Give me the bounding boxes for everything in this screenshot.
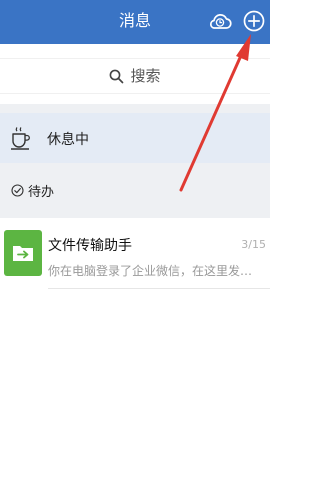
coffee-cup-icon: [10, 125, 32, 155]
file-transfer-icon: [13, 246, 33, 261]
plus-circle-icon: [243, 10, 265, 32]
search-section: 搜索: [0, 44, 270, 104]
chat-preview: 你在电脑登录了企业微信，在这里发送文...: [48, 264, 262, 278]
add-button[interactable]: [241, 8, 267, 34]
todo-row[interactable]: 待办: [0, 170, 270, 208]
chat-list-item[interactable]: 文件传输助手 你在电脑登录了企业微信，在这里发送文... 3/15: [0, 218, 270, 288]
search-label: 搜索: [130, 67, 161, 85]
chat-time: 3/15: [241, 238, 266, 251]
search-icon: [110, 69, 124, 84]
section-divider: [0, 208, 270, 218]
avatar: [4, 230, 42, 276]
check-circle-icon: [11, 182, 24, 201]
rest-status-row[interactable]: 休息中: [0, 113, 270, 163]
rest-status-label: 休息中: [47, 132, 89, 148]
todo-label: 待办: [28, 185, 55, 200]
top-bar: 消息: [0, 0, 270, 44]
chat-name: 文件传输助手: [48, 238, 132, 254]
row-divider: [48, 288, 270, 289]
cloud-clock-icon[interactable]: [207, 8, 233, 34]
search-input[interactable]: 搜索: [0, 58, 270, 94]
section-divider: [0, 104, 270, 113]
section-divider: [0, 163, 270, 170]
